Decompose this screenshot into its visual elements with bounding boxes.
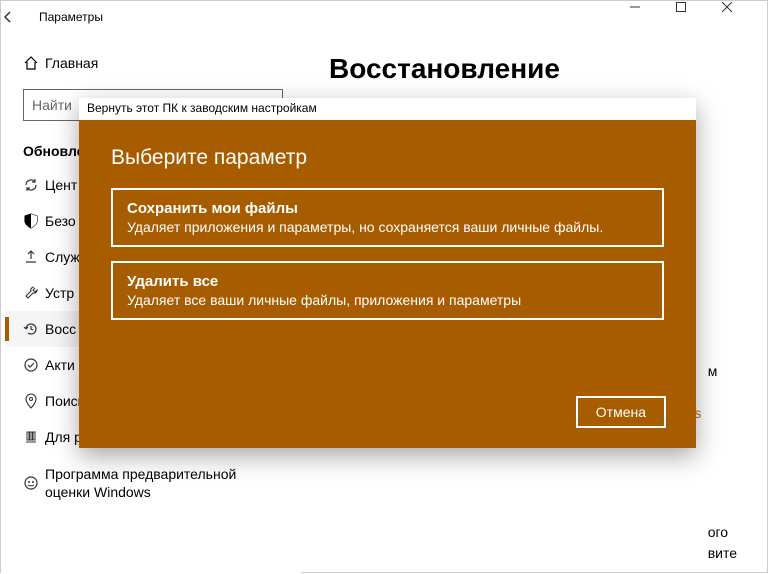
window-title: Параметры [39,10,103,24]
sidebar-item-label: Безо [45,213,76,229]
option-title: Сохранить мои файлы [127,200,648,217]
sidebar-item-label: Программа предварительной оценки Windows [45,465,283,501]
cancel-button[interactable]: Отмена [576,396,666,428]
option-desc: Удаляет приложения и параметры, но сохра… [127,219,648,235]
history-icon [23,321,45,337]
titlebar: Параметры [1,1,767,33]
option-title: Удалить все [127,273,648,290]
minimize-button[interactable] [629,1,675,33]
option-desc: Удаляет все ваши личные файлы, приложени… [127,292,648,308]
home-icon [23,55,45,71]
wrench-icon [23,285,45,301]
back-button[interactable] [1,10,33,24]
sidebar-item-label: Восс [45,321,76,337]
sidebar-item-insider[interactable]: Программа предварительной оценки Windows [5,455,301,511]
obscured-text: м ого вите [708,361,737,564]
option-remove-everything[interactable]: Удалить все Удаляет все ваши личные файл… [111,261,664,320]
dialog-heading: Выберите параметр [111,146,664,170]
maximize-button[interactable] [675,1,721,33]
insider-icon [23,475,45,491]
dialog-body: Выберите параметр Сохранить мои файлы Уд… [79,120,696,448]
developer-icon [23,429,45,445]
page-title: Восстановление [329,53,739,85]
sidebar-item-label: Акти [45,357,75,373]
upload-icon [23,249,45,265]
dialog-title: Вернуть этот ПК к заводским настройкам [79,98,696,120]
sidebar-item-label: Цент [45,177,77,193]
location-icon [23,393,45,409]
sidebar-home[interactable]: Главная [5,47,301,79]
shield-icon [23,213,45,229]
close-button[interactable] [721,1,767,33]
sidebar-home-label: Главная [45,55,98,71]
sidebar-item-label: Служ [45,249,80,265]
sidebar-item-label: Устр [45,285,74,301]
search-placeholder: Найти [32,97,72,113]
reset-dialog: Вернуть этот ПК к заводским настройкам В… [79,98,696,448]
sync-icon [23,177,45,193]
option-keep-files[interactable]: Сохранить мои файлы Удаляет приложения и… [111,188,664,247]
check-icon [23,357,45,373]
settings-window: Параметры Главная Найти Обновле [0,0,768,573]
